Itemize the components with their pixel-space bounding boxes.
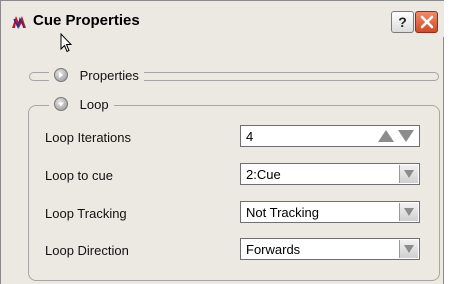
loop-iterations-spinner[interactable]: 4 (240, 125, 420, 147)
loop-iterations-label: Loop Iterations (45, 130, 132, 145)
loop-to-cue-select[interactable]: 2:Cue (240, 163, 420, 185)
loop-tracking-label: Loop Tracking (45, 206, 127, 221)
loop-section-label: Loop (79, 97, 109, 112)
title-bar[interactable]: Cue Properties ? (1, 1, 444, 37)
chevron-down-icon (404, 208, 414, 216)
window-title: Cue Properties (33, 12, 140, 29)
loop-iterations-value: 4 (246, 129, 254, 144)
loop-to-cue-dropdown-button[interactable] (399, 165, 418, 183)
collapsed-section-icon (54, 68, 68, 82)
loop-to-cue-value: 2:Cue (246, 167, 281, 182)
loop-tracking-dropdown-button[interactable] (399, 203, 418, 221)
chevron-down-icon (404, 245, 414, 253)
chevron-down-icon (404, 170, 414, 178)
properties-section-label: Properties (79, 68, 139, 83)
help-button[interactable]: ? (391, 11, 414, 33)
loop-direction-label: Loop Direction (45, 243, 129, 258)
properties-section-header[interactable]: Properties (49, 68, 144, 83)
help-icon: ? (398, 14, 407, 30)
loop-direction-select[interactable]: Forwards (240, 238, 420, 260)
mouse-cursor-icon (60, 33, 72, 53)
close-button[interactable] (415, 11, 438, 33)
spin-up-down-icon[interactable] (376, 129, 416, 143)
app-logo-icon (12, 16, 26, 30)
loop-section-header[interactable]: Loop (49, 97, 114, 112)
expanded-section-icon (54, 97, 68, 111)
cue-properties-window: Cue Properties ? Properties Loop Loop It… (0, 0, 444, 284)
loop-tracking-value: Not Tracking (246, 205, 319, 220)
loop-to-cue-label: Loop to cue (45, 168, 113, 183)
close-icon (420, 15, 434, 29)
loop-direction-dropdown-button[interactable] (399, 240, 418, 258)
loop-direction-value: Forwards (246, 242, 301, 257)
loop-tracking-select[interactable]: Not Tracking (240, 201, 420, 223)
